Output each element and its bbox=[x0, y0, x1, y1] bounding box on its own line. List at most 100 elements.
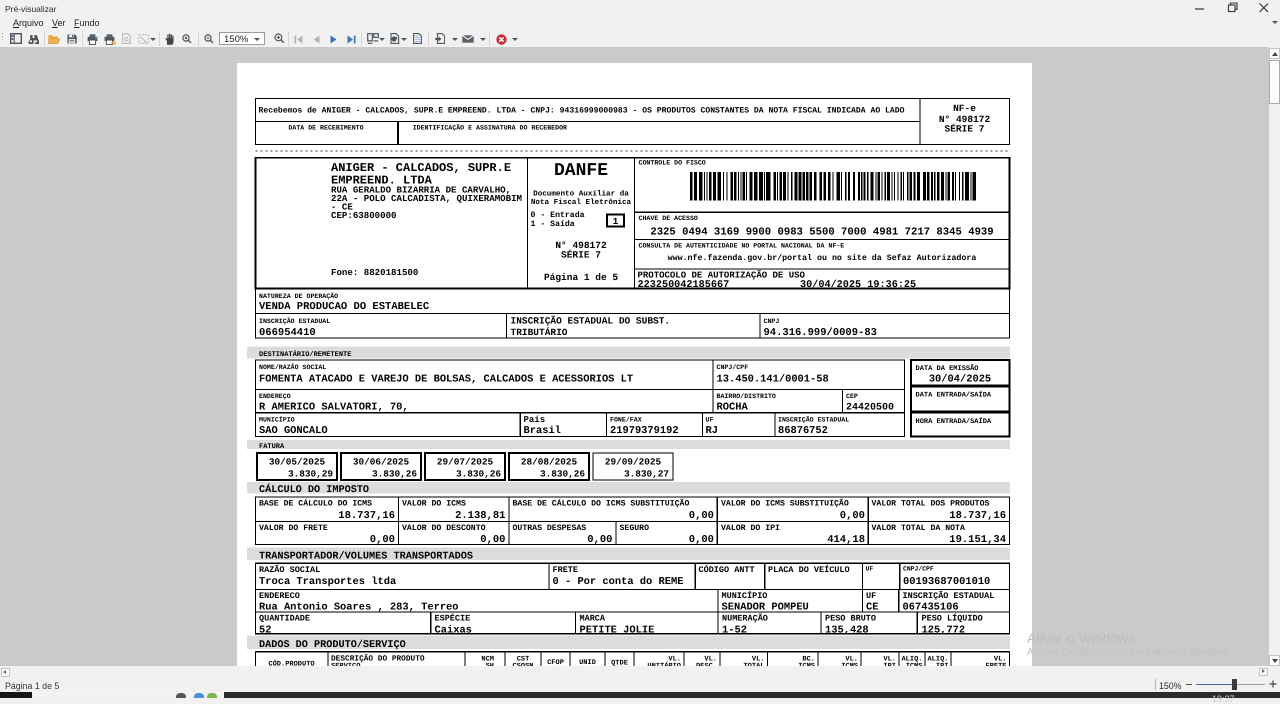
svg-text:0,00: 0,00 bbox=[587, 534, 612, 546]
svg-text:VALOR TOTAL DOS PRODUTOS: VALOR TOTAL DOS PRODUTOS bbox=[872, 500, 990, 509]
svg-text:CNPJ/CPF: CNPJ/CPF bbox=[717, 364, 749, 371]
svg-text:00193687001010: 00193687001010 bbox=[903, 576, 990, 588]
svg-text:VALOR DO FRETE: VALOR DO FRETE bbox=[259, 524, 328, 533]
svg-text:CE: CE bbox=[866, 602, 878, 614]
svg-text:CEP: CEP bbox=[846, 393, 858, 400]
svg-text:PESO BRUTO: PESO BRUTO bbox=[825, 614, 876, 624]
svg-text:FOMENTA ATACADO E VAREJO DE BO: FOMENTA ATACADO E VAREJO DE BOLSAS, CALC… bbox=[259, 374, 633, 386]
svg-text:PLACA DO VEÍCULO: PLACA DO VEÍCULO bbox=[768, 564, 850, 575]
svg-text:067435106: 067435106 bbox=[903, 602, 959, 614]
svg-text:3.830,26: 3.830,26 bbox=[456, 469, 501, 480]
svg-text:Brasil: Brasil bbox=[524, 425, 561, 437]
svg-text:MUNICÍPIO: MUNICÍPIO bbox=[259, 416, 295, 424]
svg-text:0,00: 0,00 bbox=[689, 510, 714, 522]
svg-text:RAZÃO SOCIAL: RAZÃO SOCIAL bbox=[259, 564, 320, 575]
svg-text:30/06/2025: 30/06/2025 bbox=[353, 457, 410, 468]
svg-text:ENDEREÇO: ENDEREÇO bbox=[259, 393, 291, 400]
svg-text:DADOS DO PRODUTO/SERVIÇO: DADOS DO PRODUTO/SERVIÇO bbox=[259, 639, 406, 651]
svg-text:ESPÉCIE: ESPÉCIE bbox=[435, 613, 471, 624]
svg-text:www.nfe.fazenda.gov.br/portal: www.nfe.fazenda.gov.br/portal ou no site… bbox=[668, 253, 977, 263]
svg-text:OUTRAS DESPESAS: OUTRAS DESPESAS bbox=[513, 524, 587, 533]
svg-text:ROCHA: ROCHA bbox=[717, 402, 749, 414]
svg-text:TRIBUTÁRIO: TRIBUTÁRIO bbox=[511, 327, 568, 338]
svg-text:R AMERICO SALVATORI, 70,: R AMERICO SALVATORI, 70, bbox=[259, 402, 409, 414]
svg-text:Fone: 8820181500: Fone: 8820181500 bbox=[331, 267, 418, 278]
svg-text:1: 1 bbox=[613, 216, 619, 227]
svg-text:TRANSPORTADOR/VOLUMES TRANSPOR: TRANSPORTADOR/VOLUMES TRANSPORTADOS bbox=[259, 550, 473, 562]
svg-text:Documento Auxiliar da: Documento Auxiliar da bbox=[533, 190, 629, 199]
svg-text:INSCRIÇÃO ESTADUAL: INSCRIÇÃO ESTADUAL bbox=[259, 317, 330, 325]
svg-text:3.830,27: 3.830,27 bbox=[624, 469, 669, 480]
svg-text:30/05/2025: 30/05/2025 bbox=[269, 457, 326, 468]
svg-text:Caixas: Caixas bbox=[435, 625, 472, 637]
svg-text:3.830,26: 3.830,26 bbox=[372, 469, 417, 480]
svg-text:DESTINATÁRIO/REMETENTE: DESTINATÁRIO/REMETENTE bbox=[259, 350, 351, 359]
svg-text:29/09/2025: 29/09/2025 bbox=[605, 457, 662, 468]
svg-text:223250042185667: 223250042185667 bbox=[638, 280, 730, 291]
svg-text:DANFE: DANFE bbox=[554, 161, 608, 181]
svg-text:VALOR DO DESCONTO: VALOR DO DESCONTO bbox=[402, 524, 486, 533]
svg-text:24420500: 24420500 bbox=[846, 403, 894, 414]
svg-text:IDENTIFICAÇÃO E ASSINATURA DO: IDENTIFICAÇÃO E ASSINATURA DO RECEBEDOR bbox=[413, 124, 567, 132]
svg-text:INSCRIÇÃO ESTADUAL: INSCRIÇÃO ESTADUAL bbox=[778, 416, 849, 424]
svg-text:94.316.999/0009-83: 94.316.999/0009-83 bbox=[764, 327, 877, 339]
svg-text:FONE/FAX: FONE/FAX bbox=[610, 417, 642, 424]
svg-text:CFOP: CFOP bbox=[547, 659, 564, 666]
svg-text:DATA ENTRADA/SAÍDA: DATA ENTRADA/SAÍDA bbox=[916, 391, 992, 400]
svg-text:Página 1 de 5: Página 1 de 5 bbox=[544, 272, 618, 283]
svg-text:DATA DA EMISSÃO: DATA DA EMISSÃO bbox=[916, 364, 979, 373]
svg-text:NUMERAÇÃO: NUMERAÇÃO bbox=[722, 613, 768, 624]
svg-text:VALOR TOTAL DA NOTA: VALOR TOTAL DA NOTA bbox=[872, 524, 965, 533]
svg-text:INSCRIÇÃO ESTADUAL: INSCRIÇÃO ESTADUAL bbox=[903, 590, 995, 601]
svg-text:0 - Por conta do REME: 0 - Por conta do REME bbox=[553, 576, 684, 588]
svg-text:SÉRIE 7: SÉRIE 7 bbox=[945, 124, 985, 135]
svg-text:Rua Antonio Soares , 283, Terr: Rua Antonio Soares , 283, Terreo bbox=[259, 602, 459, 614]
svg-text:13.450.141/0001-58: 13.450.141/0001-58 bbox=[717, 374, 829, 386]
svg-text:0,00: 0,00 bbox=[370, 534, 395, 546]
svg-text:30/04/2025 19:36:25: 30/04/2025 19:36:25 bbox=[800, 279, 916, 291]
svg-text:FRETE: FRETE bbox=[553, 565, 579, 575]
svg-text:UF: UF bbox=[706, 417, 714, 424]
svg-text:2.138,81: 2.138,81 bbox=[455, 510, 505, 522]
svg-text:0,00: 0,00 bbox=[840, 510, 865, 522]
svg-text:SÉRIE 7: SÉRIE 7 bbox=[561, 250, 601, 261]
svg-text:UF: UF bbox=[866, 591, 876, 601]
svg-text:Recebemos de ANIGER - CALCADOS: Recebemos de ANIGER - CALCADOS, SUPR.E E… bbox=[259, 107, 905, 116]
svg-text:52: 52 bbox=[259, 625, 271, 637]
svg-text:CEP:63800000: CEP:63800000 bbox=[331, 210, 397, 221]
svg-text:29/07/2025: 29/07/2025 bbox=[437, 457, 494, 468]
svg-text:QUANTIDADE: QUANTIDADE bbox=[259, 614, 310, 624]
svg-text:1-52: 1-52 bbox=[722, 625, 747, 637]
svg-text:1 - Saída: 1 - Saída bbox=[531, 220, 575, 229]
svg-text:0 - Entrada: 0 - Entrada bbox=[531, 211, 585, 220]
svg-text:414,18: 414,18 bbox=[827, 534, 865, 546]
svg-text:MUNICÍPIO: MUNICÍPIO bbox=[722, 590, 768, 601]
svg-text:UF: UF bbox=[866, 566, 874, 573]
svg-text:SEGURO: SEGURO bbox=[620, 524, 650, 533]
svg-text:NOME/RAZÃO SOCIAL: NOME/RAZÃO SOCIAL bbox=[259, 363, 326, 371]
svg-text:PESO LÍQUIDO: PESO LÍQUIDO bbox=[922, 613, 983, 624]
svg-text:066954410: 066954410 bbox=[259, 327, 316, 339]
svg-text:País: País bbox=[524, 415, 546, 425]
svg-text:19.151,34: 19.151,34 bbox=[949, 534, 1006, 546]
svg-text:86876752: 86876752 bbox=[778, 425, 828, 437]
svg-text:PROTOCOLO DE AUTORIZAÇÃO DE US: PROTOCOLO DE AUTORIZAÇÃO DE USO bbox=[638, 270, 806, 281]
svg-text:CONSULTA DE AUTENTICIDADE NO P: CONSULTA DE AUTENTICIDADE NO PORTAL NACI… bbox=[639, 243, 845, 250]
svg-text:BASE DE CÁLCULO DO ICMS SUBSTI: BASE DE CÁLCULO DO ICMS SUBSTITUIÇÃO bbox=[513, 499, 690, 509]
svg-text:DATA DE RECEBIMENTO: DATA DE RECEBIMENTO bbox=[288, 125, 363, 132]
svg-text:135,428: 135,428 bbox=[825, 625, 869, 637]
svg-text:VALOR DO IPI: VALOR DO IPI bbox=[721, 524, 780, 533]
svg-text:SENADOR POMPEU: SENADOR POMPEU bbox=[722, 602, 809, 614]
svg-text:UNID: UNID bbox=[579, 659, 596, 666]
svg-text:MARCA: MARCA bbox=[580, 614, 606, 624]
svg-text:VENDA PRODUCAO DO ESTABELEC: VENDA PRODUCAO DO ESTABELEC bbox=[259, 301, 430, 313]
svg-text:22A - POLO CALCADISTA, QUIXERA: 22A - POLO CALCADISTA, QUIXERAMOBIM bbox=[331, 193, 523, 204]
svg-text:CONTROLE DO FISCO: CONTROLE DO FISCO bbox=[639, 160, 706, 167]
svg-text:18.737,16: 18.737,16 bbox=[338, 510, 395, 522]
svg-text:ENDERECO: ENDERECO bbox=[259, 591, 300, 601]
svg-text:0,00: 0,00 bbox=[480, 534, 505, 546]
svg-text:21979379192: 21979379192 bbox=[610, 425, 679, 437]
svg-text:CNPJ/CPF: CNPJ/CPF bbox=[903, 566, 934, 573]
svg-text:SAO GONCALO: SAO GONCALO bbox=[259, 425, 328, 437]
svg-text:BAIRRO/DISTRITO: BAIRRO/DISTRITO bbox=[717, 393, 776, 400]
